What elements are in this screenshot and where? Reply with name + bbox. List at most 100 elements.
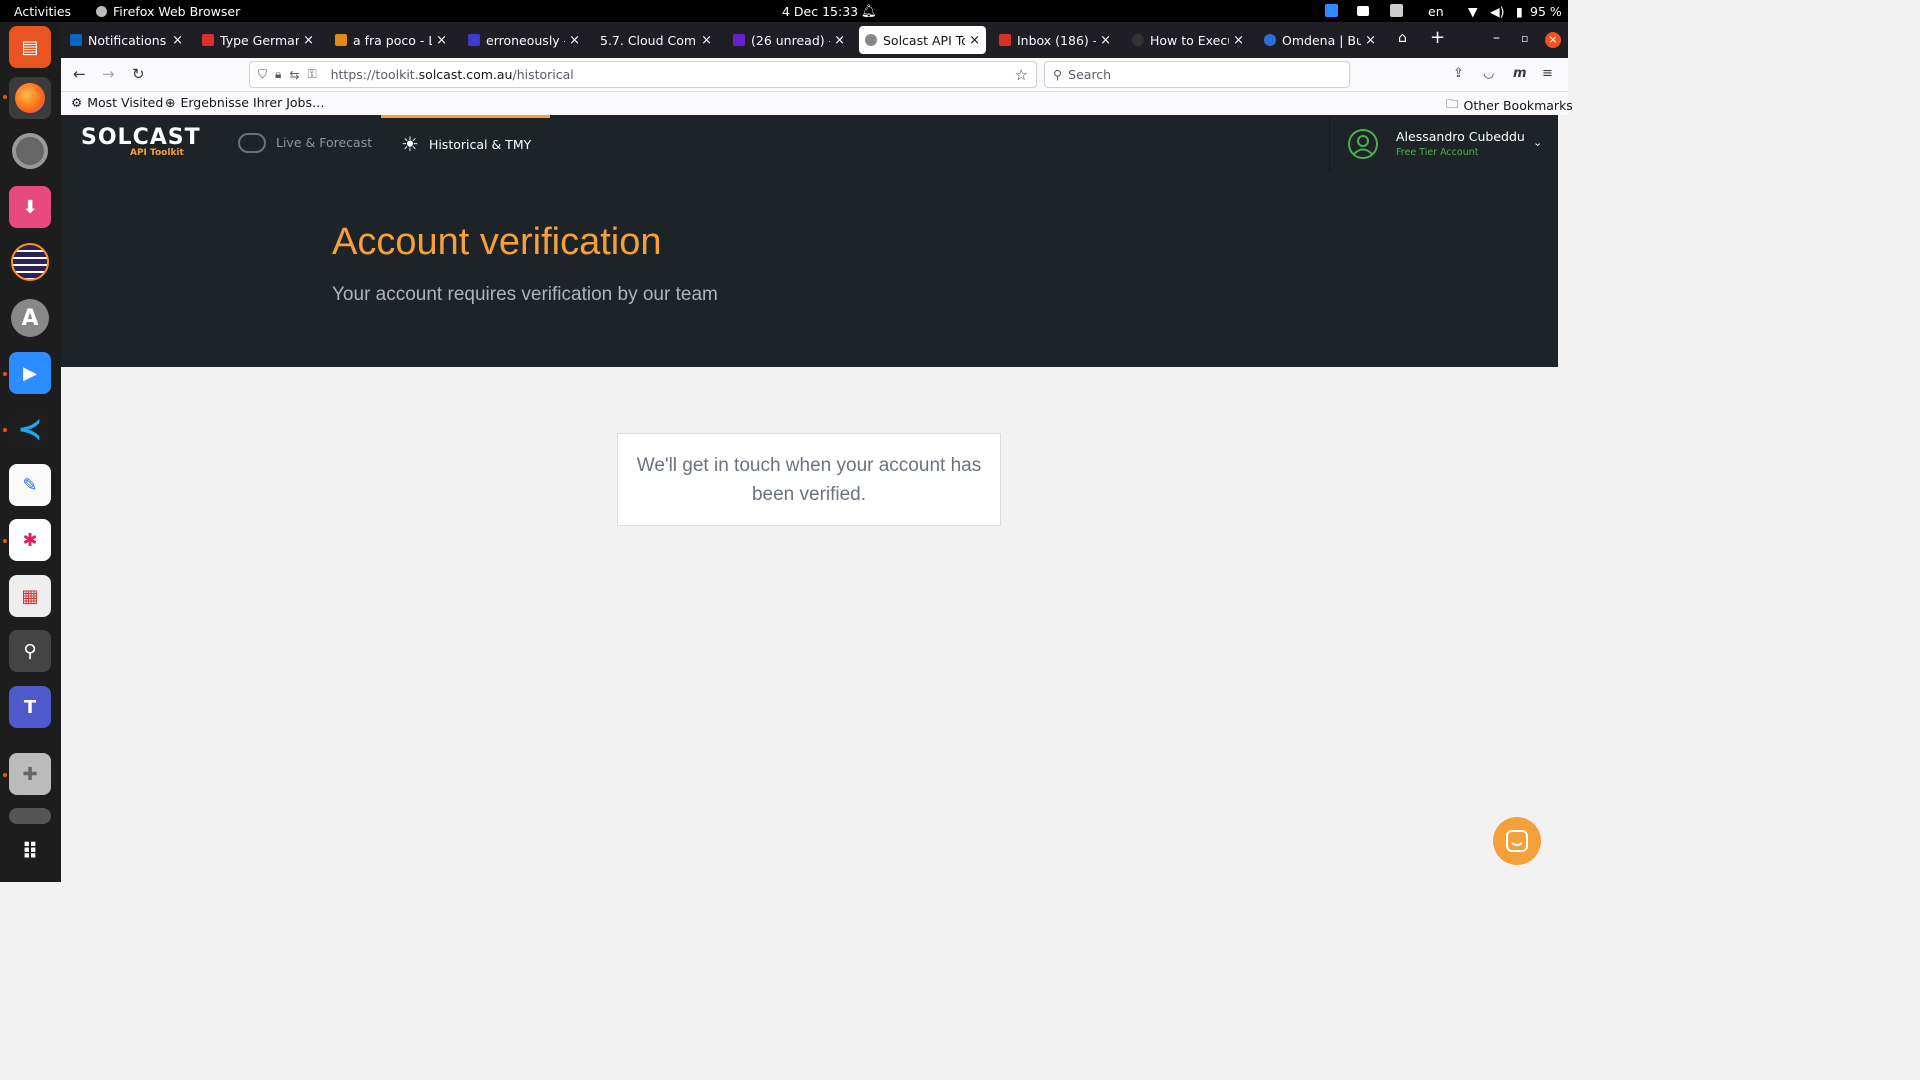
- teams-icon[interactable]: T: [9, 686, 51, 728]
- software-center-icon[interactable]: A: [9, 297, 51, 339]
- scrollbar[interactable]: [1558, 115, 1568, 882]
- downloader-icon[interactable]: ⬇: [9, 186, 51, 228]
- sun-mountain-icon: ☀: [401, 132, 419, 156]
- close-icon[interactable]: ×: [701, 33, 712, 48]
- search-icon: ⚲: [1053, 67, 1063, 82]
- site-header: SOLCAST API Toolkit Live & Forecast ☀ Hi…: [61, 115, 1558, 367]
- tab[interactable]: erroneously - Di×: [462, 26, 586, 54]
- user-name: Alessandro Cubeddu: [1396, 129, 1525, 144]
- settings-icon[interactable]: [9, 130, 51, 172]
- solcast-logo[interactable]: SOLCAST API Toolkit: [81, 125, 201, 158]
- clock[interactable]: 4 Dec 15:33: [782, 4, 858, 19]
- tab-favicon: [335, 34, 347, 46]
- tab[interactable]: How to Execute×: [1126, 26, 1250, 54]
- new-tab-button[interactable]: +: [1430, 27, 1445, 48]
- globe-icon: ⊕: [165, 95, 176, 110]
- trash-icon[interactable]: [9, 808, 51, 824]
- running-indicator: [3, 773, 7, 777]
- running-indicator: [3, 372, 7, 376]
- document-viewer-icon[interactable]: ▦: [9, 575, 51, 617]
- tab[interactable]: Omdena | Build×: [1258, 26, 1382, 54]
- pocket-icon[interactable]: ◡: [1483, 66, 1494, 81]
- tab[interactable]: (26 unread) - ale×: [727, 26, 851, 54]
- tab-strip: Notifications | L× Type German le× a fra…: [61, 22, 1568, 58]
- nav-live-forecast[interactable]: Live & Forecast: [238, 115, 372, 170]
- other-bookmarks[interactable]: 🗀︎ Other Bookmarks: [1446, 95, 1573, 116]
- m-extension-icon[interactable]: m: [1513, 66, 1527, 81]
- battery-icon[interactable]: ▮: [1516, 4, 1523, 19]
- show-apps-icon[interactable]: ⠿: [9, 831, 51, 873]
- verification-notice-card: We'll get in touch when your account has…: [617, 433, 1001, 526]
- gear-icon: ⚙: [71, 95, 83, 110]
- close-icon[interactable]: ×: [834, 33, 845, 48]
- eclipse-icon[interactable]: [9, 241, 51, 283]
- app-menu[interactable]: Firefox Web Browser: [96, 4, 240, 19]
- close-icon[interactable]: ×: [1233, 33, 1244, 48]
- tab-favicon: [999, 34, 1011, 46]
- bookmark-most-visited[interactable]: ⚙ Most Visited: [71, 95, 163, 110]
- url-text[interactable]: https://toolkit.solcast.com.au/historica…: [331, 67, 574, 82]
- chat-launcher-button[interactable]: [1493, 817, 1541, 865]
- close-icon[interactable]: ×: [569, 33, 580, 48]
- dropbox-tray-icon[interactable]: [1357, 6, 1369, 16]
- extensions-icon[interactable]: ⇪: [1453, 66, 1464, 81]
- forward-button[interactable]: →: [102, 65, 115, 83]
- tab-active[interactable]: Solcast API Tool×: [859, 26, 986, 54]
- close-icon[interactable]: ×: [969, 33, 980, 48]
- firefox-icon: [96, 6, 107, 17]
- user-menu[interactable]: Alessandro Cubeddu Free Tier Account ⌄: [1329, 115, 1558, 172]
- key-icon[interactable]: ⚿: [307, 67, 316, 82]
- permissions-icon[interactable]: ⇆: [289, 68, 299, 82]
- minimize-button[interactable]: –: [1493, 30, 1500, 46]
- bookmark-star-icon[interactable]: ☆: [1015, 66, 1028, 84]
- restore-button[interactable]: ▫: [1521, 32, 1528, 45]
- zoom-icon[interactable]: ▶: [9, 352, 51, 394]
- close-icon[interactable]: ×: [303, 33, 314, 48]
- close-icon[interactable]: ×: [436, 33, 447, 48]
- tab[interactable]: 5.7. Cloud Comput×: [594, 26, 718, 54]
- close-icon[interactable]: ×: [1100, 33, 1111, 48]
- text-editor-icon[interactable]: ✎: [9, 464, 51, 506]
- map-pin-icon[interactable]: ⚲: [9, 630, 51, 672]
- wifi-icon[interactable]: ▼: [1468, 4, 1478, 19]
- activities-button[interactable]: Activities: [14, 4, 71, 19]
- page-subtitle: Your account requires verification by ou…: [332, 284, 718, 305]
- running-indicator: [3, 428, 7, 432]
- volume-icon[interactable]: ◀): [1490, 4, 1505, 19]
- cloud-sun-icon: [238, 132, 266, 153]
- zoom-tray-icon[interactable]: [1325, 4, 1338, 17]
- tab[interactable]: Inbox (186) - ale×: [993, 26, 1117, 54]
- chat-icon: [1506, 830, 1528, 852]
- lock-icon[interactable]: 🔒︎: [275, 67, 281, 82]
- reload-button[interactable]: ↻: [132, 65, 145, 83]
- vscode-icon[interactable]: ≺: [9, 408, 51, 450]
- tab[interactable]: a fra poco - LEO×: [329, 26, 453, 54]
- tab[interactable]: Notifications | L×: [64, 26, 189, 54]
- running-indicator: [3, 539, 7, 543]
- home-icon[interactable]: ⌂: [1398, 30, 1407, 46]
- tab-favicon: [865, 34, 877, 46]
- firefox-icon[interactable]: [9, 77, 51, 119]
- back-button[interactable]: ←: [73, 65, 86, 83]
- tab-favicon: [733, 34, 745, 46]
- url-bar[interactable]: ⛉ 🔒︎ ⇆ ⚿ https://toolkit.solcast.com.au/…: [249, 61, 1037, 88]
- close-icon[interactable]: ×: [172, 33, 183, 48]
- battery-percent: 95 %: [1530, 4, 1562, 19]
- tab-favicon: [1264, 34, 1276, 46]
- puzzle-app-icon[interactable]: ✚: [9, 753, 51, 795]
- shield-icon[interactable]: ⛉: [258, 67, 267, 82]
- tab[interactable]: Type German le×: [196, 26, 320, 54]
- close-window-button[interactable]: ×: [1545, 32, 1561, 48]
- slack-icon[interactable]: ✱: [9, 519, 51, 561]
- keyboard-layout[interactable]: en: [1428, 4, 1444, 19]
- bookmark-jobs[interactable]: ⊕ Ergebnisse Ihrer Jobs…: [165, 95, 325, 110]
- slack-tray-icon[interactable]: [1390, 4, 1403, 17]
- nav-historical-tmy[interactable]: ☀ Historical & TMY: [381, 115, 550, 170]
- tab-favicon: [1132, 34, 1144, 46]
- close-icon[interactable]: ×: [1365, 33, 1376, 48]
- presentation-app-icon[interactable]: ▤: [9, 26, 51, 68]
- verification-notice-text: We'll get in touch when your account has…: [636, 454, 982, 505]
- menu-icon[interactable]: ≡: [1542, 66, 1553, 81]
- search-input[interactable]: ⚲ Search: [1044, 61, 1350, 88]
- chevron-down-icon[interactable]: ⌄: [1533, 136, 1542, 149]
